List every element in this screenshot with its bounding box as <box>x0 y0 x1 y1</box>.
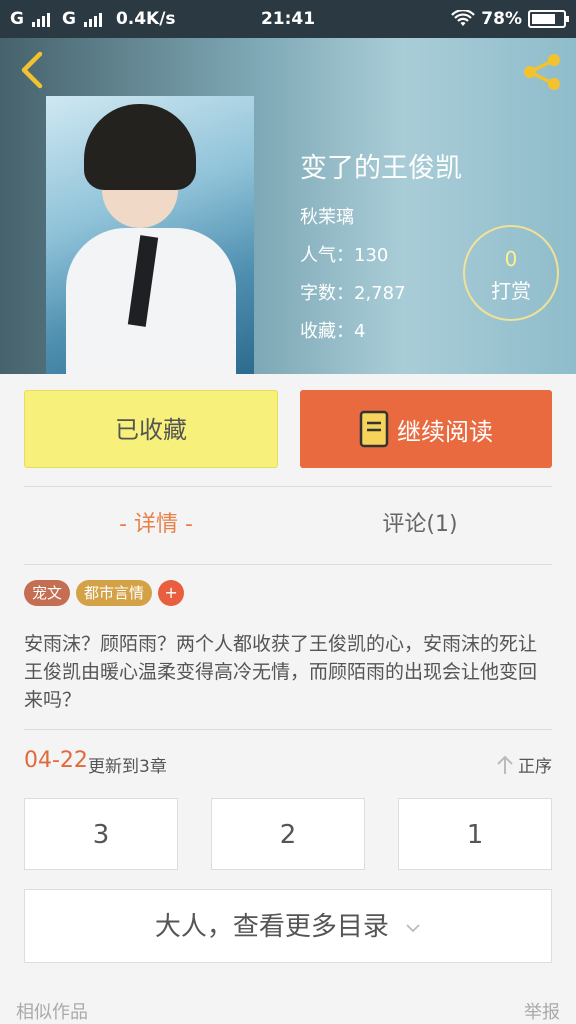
net-speed: 0.4K/s <box>115 9 176 29</box>
battery-icon <box>528 10 569 28</box>
reward-count: 0 <box>504 247 518 271</box>
book-header: 变了的王俊凯 秋茉璃 人气：130 字数：2,787 收藏：4 0 打赏 <box>0 38 576 374</box>
divider <box>24 729 552 730</box>
carrier-label-1: G <box>10 9 24 29</box>
book-cover[interactable] <box>46 96 254 374</box>
tag-pet-novel[interactable]: 宠文 <box>24 580 71 606</box>
tag-urban-romance[interactable]: 都市言情 <box>76 580 153 606</box>
wifi-icon <box>451 10 476 26</box>
collected-button[interactable]: 已收藏 <box>24 390 278 468</box>
divider <box>24 564 552 565</box>
footer-row: 相似作品 举报 <box>16 998 560 1024</box>
more-catalog-button[interactable]: 大人，查看更多目录 <box>24 889 552 963</box>
similar-works-heading: 相似作品 <box>16 1002 88 1023</box>
chapter-item[interactable]: 3 <box>24 798 178 870</box>
stat-favorites: 收藏：4 <box>300 321 366 342</box>
status-bar: G G 0.4K/s 21:41 78% <box>0 0 576 38</box>
battery-percent: 78% <box>481 9 522 29</box>
tag-list: 宠文 都市言情 + <box>24 580 185 606</box>
add-tag-button[interactable]: + <box>158 580 185 606</box>
update-row: 04-22 更新到3章 正序 <box>24 748 552 780</box>
update-status: 更新到3章 <box>88 757 167 777</box>
stat-word-count: 字数：2,787 <box>300 283 406 304</box>
report-link[interactable]: 举报 <box>524 998 560 1024</box>
chapter-item[interactable]: 2 <box>211 798 365 870</box>
continue-reading-button[interactable]: 继续阅读 <box>300 390 552 468</box>
book-author: 秋茉璃 <box>300 207 354 228</box>
update-date: 04-22 <box>24 748 88 773</box>
book-info: 变了的王俊凯 秋茉璃 人气：130 字数：2,787 收藏：4 <box>300 146 462 343</box>
back-arrow-icon[interactable] <box>16 50 46 90</box>
stat-popularity: 人气：130 <box>300 245 389 266</box>
signal-icon <box>83 11 102 27</box>
more-catalog-label: 大人，查看更多目录 <box>154 912 389 942</box>
chapter-item[interactable]: 1 <box>398 798 552 870</box>
reward-label: 打赏 <box>491 279 531 303</box>
book-title: 变了的王俊凯 <box>300 153 462 184</box>
continue-reading-label: 继续阅读 <box>397 417 493 446</box>
signal-icon <box>31 11 50 27</box>
share-icon[interactable] <box>520 52 564 92</box>
tab-bar: - 详情 - 评论(1) <box>24 486 552 564</box>
book-summary: 安雨沫？顾陌雨？两个人都收获了王俊凯的心，安雨沫的死让王俊凯由暖心温柔变得高冷无… <box>24 633 538 711</box>
sort-order-button[interactable]: 正序 <box>496 752 552 777</box>
arrow-up-icon <box>497 755 513 774</box>
chevron-down-icon <box>406 923 420 932</box>
carrier-label-2: G <box>61 9 76 29</box>
tab-comments[interactable]: 评论(1) <box>288 486 552 564</box>
tab-detail[interactable]: - 详情 - <box>24 486 288 564</box>
sort-order-label: 正序 <box>518 757 552 777</box>
book-icon <box>359 410 389 448</box>
reward-button[interactable]: 0 打赏 <box>463 225 559 321</box>
